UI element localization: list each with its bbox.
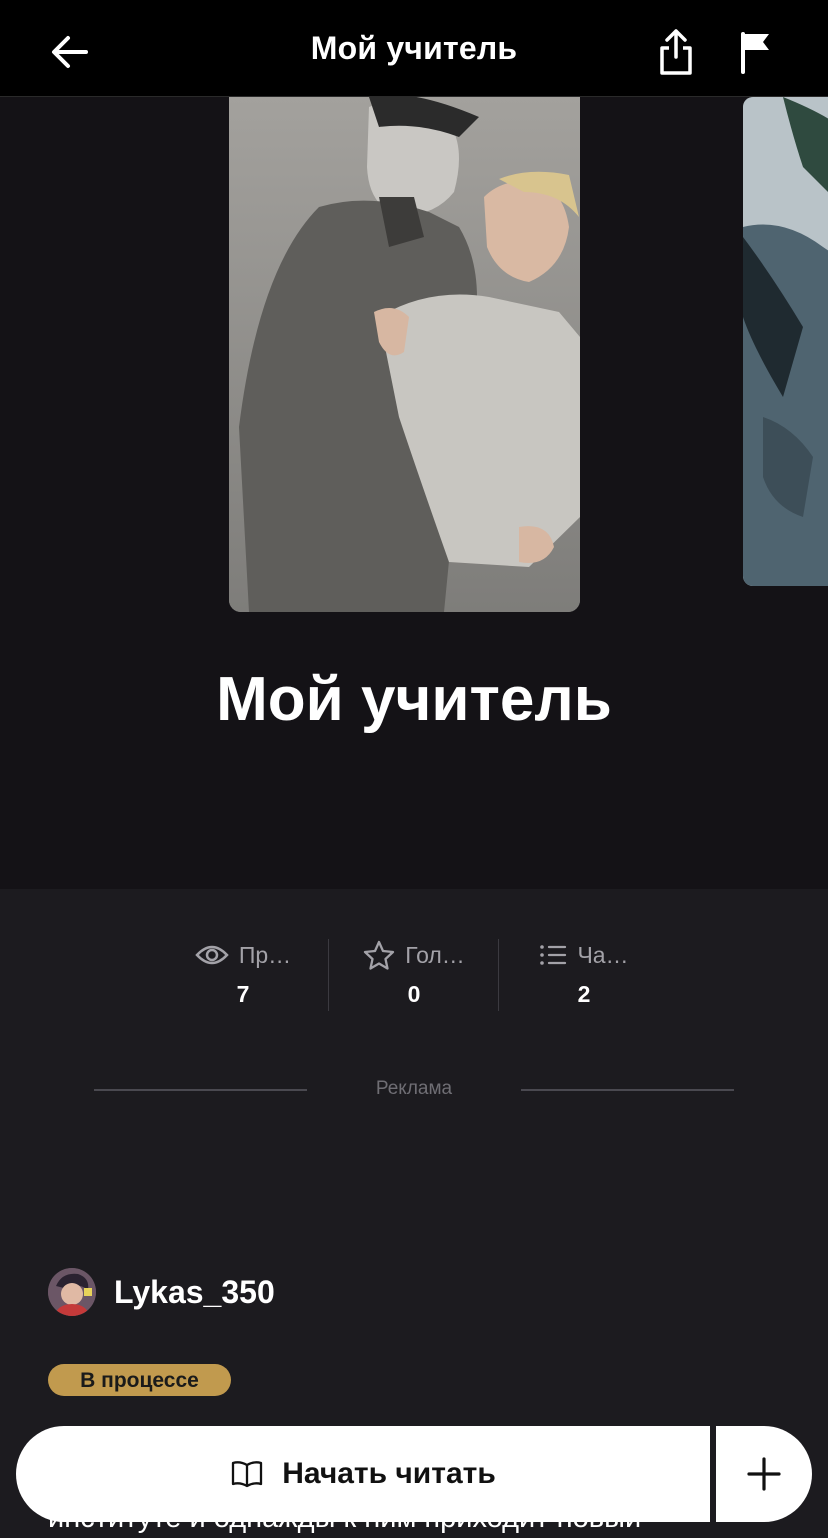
stat-label: Гол… [405, 941, 465, 968]
plus-icon [747, 1457, 781, 1491]
star-icon [364, 940, 395, 970]
stat-label: Пр… [238, 941, 292, 968]
book-cover[interactable] [229, 97, 580, 612]
stat-value: 2 [577, 981, 591, 1007]
status-badge: В процессе [48, 1364, 231, 1396]
add-to-library-button[interactable] [716, 1426, 812, 1522]
ad-divider: Реклама [94, 1076, 734, 1104]
stat-label: Ча… [577, 941, 629, 968]
book-cover-image [229, 97, 580, 612]
stats-row: Пр… 7 Гол… 0 Ча… 2 [0, 935, 828, 1015]
eye-icon [195, 945, 229, 965]
stat-value: 0 [407, 981, 421, 1007]
start-reading-button[interactable]: Начать читать [16, 1426, 710, 1522]
avatar-image [48, 1268, 96, 1316]
hero-section: Мой учитель [0, 97, 828, 889]
book-cover-image-next [743, 97, 828, 586]
top-bar: Мой учитель [0, 0, 828, 97]
stat-value: 7 [236, 981, 250, 1007]
share-icon [660, 29, 692, 75]
list-icon [540, 945, 567, 965]
author-name[interactable]: Lykas_350 [114, 1274, 275, 1311]
ad-line-right [521, 1089, 734, 1091]
stat-chapters: Ча… 2 [499, 935, 669, 1015]
book-open-icon [232, 1461, 263, 1488]
author-row[interactable]: Lykas_350 [48, 1268, 275, 1316]
book-title: Мой учитель [216, 665, 612, 734]
avatar[interactable] [48, 1268, 96, 1316]
report-button[interactable] [728, 24, 784, 80]
stat-votes: Гол… 0 [329, 935, 499, 1015]
stat-views: Пр… 7 [158, 935, 328, 1015]
next-book-cover[interactable] [743, 97, 828, 586]
start-reading-label: Начать читать [282, 1457, 496, 1490]
share-button[interactable] [648, 24, 704, 80]
flag-icon [741, 32, 769, 74]
